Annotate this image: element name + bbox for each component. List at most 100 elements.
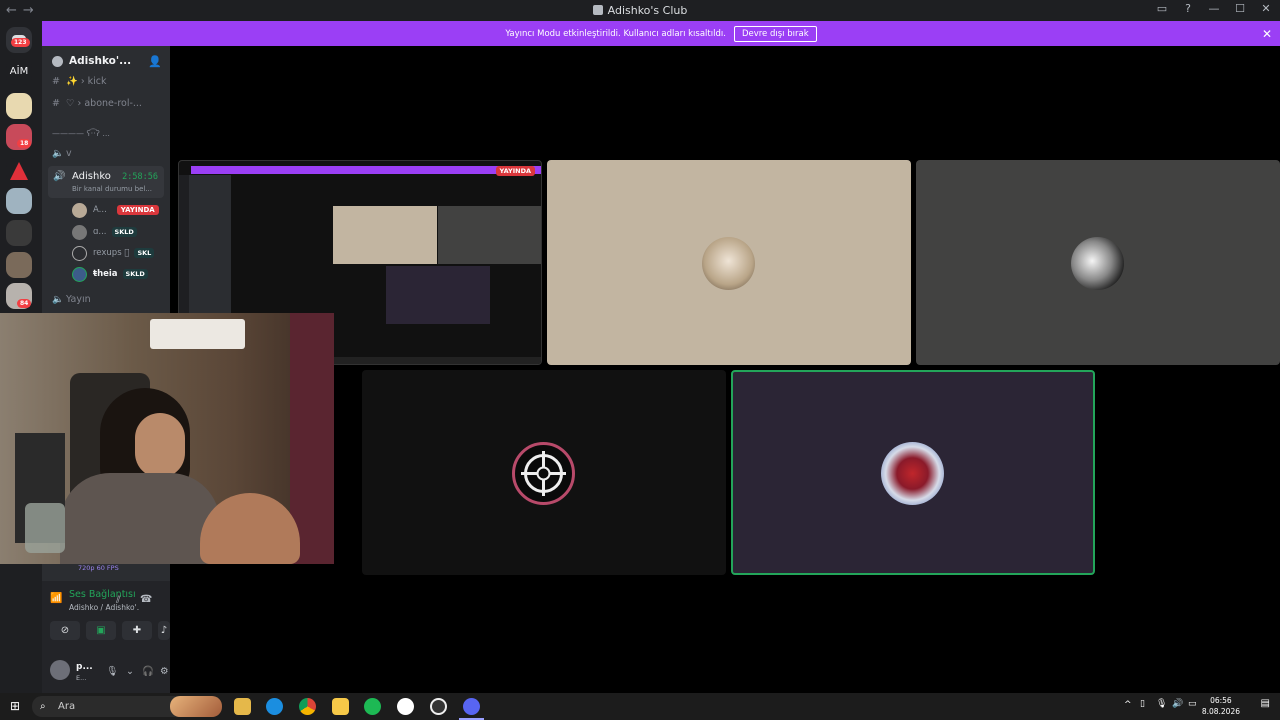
user-tag: SKLD [122,269,148,279]
voice-channel-yayin[interactable]: 🔈 Yayın [52,294,91,305]
mic-icon[interactable]: 🎙 [106,666,118,677]
invite-user-icon[interactable]: 👤 [148,55,162,68]
clock[interactable]: 06:56 8.08.2026 [1202,695,1240,717]
channel-status[interactable]: Bir kanal durumu bel... [72,185,152,193]
home-badge: 123 [11,38,30,47]
title-bar: ←→ Adishko's Club ▭ ? — ☐ ✕ [0,0,1280,21]
server-dark-icon[interactable] [6,220,32,246]
disconnect-icon[interactable]: ☎ [140,594,152,605]
jar [25,503,65,553]
taskbar-search[interactable]: ⌕ Ara [32,696,222,717]
minimize-button[interactable]: — [1206,2,1222,15]
user-tag: SKL [134,248,155,258]
preview-tile-4 [386,266,490,324]
search-highlight-image [170,696,222,717]
preview-tile-2 [438,206,541,264]
stream-quality: 720p 60 FPS [78,564,119,572]
discord-icon[interactable] [463,698,480,715]
avatar [72,266,87,282]
tray-chevron-icon[interactable]: ^ [1124,700,1132,710]
chevron-down-icon[interactable]: ⌄ [126,666,134,677]
noise-suppression-icon[interactable]: ⫽ [116,595,120,606]
avatar [1071,237,1124,290]
account-status: E... [76,674,87,682]
avatar [512,442,575,505]
file-explorer-icon[interactable] [234,698,251,715]
voice-connection-panel: 📶 Ses Bağlantısı K Adishko / Adishko'...… [42,581,170,693]
channel-kick[interactable]: # ✨ › kick [52,76,107,87]
voice-user-4[interactable]: ŧheia SKLD [72,266,148,282]
banner-message: Yayıncı Modu etkinleştirildi. Kullanıcı … [505,28,726,39]
maximize-button[interactable]: ☐ [1232,2,1248,15]
server-figure-icon[interactable] [6,188,32,214]
user-tag: SKLD [111,227,137,237]
spotify-icon[interactable] [364,698,381,715]
tray-mic-icon[interactable]: 🎙 [1156,699,1167,709]
signal-icon[interactable]: 📶 [50,593,62,604]
speaker-icon: 🔊 [53,171,66,182]
windows-taskbar: ⊞ ⌕ Ara ^ ▯ 🎙 🔊 ▭ 06:56 8.08.2026 ▤ [0,693,1280,720]
search-icon: ⌕ [40,701,46,712]
avatar[interactable] [50,660,70,680]
voice-channel-v[interactable]: 🔈 v [52,148,72,159]
volume-icon[interactable]: 🔊 [1172,699,1183,709]
live-badge: YAYINDA [495,166,535,176]
air-conditioner [150,319,245,349]
participant-tile-2[interactable] [916,160,1280,365]
soundboard-button[interactable]: ♪ [158,621,170,640]
windows-start-icon[interactable]: ⊞ [10,699,20,713]
webcam-overlay[interactable] [0,313,334,564]
voice-user-1[interactable]: A... YAYINDA [72,202,159,218]
voice-timer: 2:58:56 [122,172,158,182]
edge-icon[interactable] [266,698,283,715]
voice-user-2[interactable]: ɑ... SKLD [72,224,137,240]
obs-icon[interactable] [430,698,447,715]
stream-preview-banner [191,166,541,174]
tray-device-icon[interactable]: ▯ [1140,699,1145,709]
help-icon[interactable]: ? [1180,2,1196,15]
participant-tile-3[interactable] [362,370,726,575]
server-badge-2: 84 [17,299,32,308]
voice-channel-active[interactable]: 🔊 Adishko 2:58:56 Bir kanal durumu bel..… [48,166,164,198]
channel-abone-rol[interactable]: # ♡ › abone-rol-... [52,98,142,109]
category-header[interactable]: ———— ʕ·͡·ʔ ... [52,129,110,138]
headphones-icon[interactable]: 🎧 [142,666,154,677]
person-face [135,413,185,478]
disable-streamer-mode-button[interactable]: Devre dışı bırak [733,25,817,42]
server-badge: 18 [17,139,32,148]
network-icon[interactable]: ▭ [1188,699,1197,709]
notes-icon[interactable] [332,698,349,715]
preview-tile-1 [333,206,437,264]
voice-connected-title[interactable]: Ses Bağlantısı K [69,589,139,600]
chrome-icon[interactable] [299,698,316,715]
server-name: Adishko'... [69,55,132,67]
server-photo-icon[interactable] [6,252,32,278]
voice-connected-channel[interactable]: Adishko / Adishko'... [69,603,139,612]
server-avatar-icon [52,55,63,67]
banner-close-icon[interactable]: ✕ [1262,27,1272,41]
screen-share-button[interactable]: ▣ [86,621,116,640]
participant-tile-1[interactable] [547,160,911,365]
inbox-icon[interactable]: ▭ [1154,2,1170,15]
window-title: Adishko's Club [0,4,1280,17]
activities-button[interactable]: ✚ [122,621,152,640]
gear-icon[interactable]: ⚙ [160,666,169,677]
account-name: p... [76,662,93,672]
notification-icon[interactable]: ▤ [1261,698,1270,709]
window-controls: ▭ ? — ☐ ✕ [1154,2,1274,15]
participant-tile-4-speaking[interactable] [731,370,1095,575]
avatar [881,442,944,505]
camera-off-button[interactable]: ⊘ [50,621,80,640]
avatar [72,245,87,261]
voice-user-3[interactable]: rexups ⃝ SKL [72,245,155,261]
user-account-panel: p... E... 🎙 ⌄ 🎧 ⚙ [42,652,170,693]
server-a-icon[interactable] [6,158,32,184]
search-placeholder: Ara [58,701,76,712]
clock-date: 8.08.2026 [1201,707,1240,716]
server-anime-icon[interactable] [6,93,32,119]
server-aim[interactable]: AİM [6,59,32,85]
close-window-button[interactable]: ✕ [1258,2,1274,15]
server-header[interactable]: Adishko'... 👤 [42,46,170,76]
avatar [72,224,87,240]
obs-app-icon[interactable] [397,698,414,715]
